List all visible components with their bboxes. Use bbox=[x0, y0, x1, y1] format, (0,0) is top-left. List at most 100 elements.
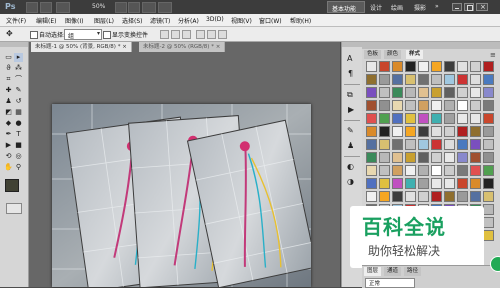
style-swatch[interactable] bbox=[457, 152, 468, 163]
style-swatch[interactable] bbox=[444, 139, 455, 150]
style-swatch[interactable] bbox=[405, 87, 416, 98]
zoom-level-display[interactable]: 50% bbox=[92, 3, 105, 10]
character-panel-icon[interactable]: A bbox=[347, 54, 352, 63]
style-swatch[interactable] bbox=[392, 191, 403, 202]
workspace-painting[interactable]: 绘画 bbox=[391, 3, 403, 12]
style-swatch[interactable] bbox=[418, 191, 429, 202]
style-swatch[interactable] bbox=[457, 113, 468, 124]
style-swatch[interactable] bbox=[405, 139, 416, 150]
menu-3d[interactable]: 3D(D) bbox=[206, 16, 224, 23]
style-swatch[interactable] bbox=[444, 178, 455, 189]
style-swatch[interactable] bbox=[418, 100, 429, 111]
history-panel-icon[interactable]: ⧉ bbox=[347, 90, 353, 100]
style-swatch[interactable] bbox=[366, 61, 377, 72]
style-swatch[interactable] bbox=[379, 178, 390, 189]
style-swatch[interactable] bbox=[444, 61, 455, 72]
menu-file[interactable]: 文件(F) bbox=[6, 16, 26, 25]
panel-menu-icon[interactable]: ≡ bbox=[490, 51, 496, 59]
style-swatch[interactable] bbox=[457, 178, 468, 189]
style-swatch[interactable] bbox=[470, 87, 481, 98]
hand-tool-icon[interactable]: ✋ bbox=[4, 163, 13, 172]
align-right-icon[interactable] bbox=[218, 30, 227, 39]
style-swatch[interactable] bbox=[483, 165, 494, 176]
menu-help[interactable]: 帮助(H) bbox=[290, 16, 311, 25]
style-swatch[interactable] bbox=[405, 61, 416, 72]
style-swatch[interactable] bbox=[366, 74, 377, 85]
style-swatch[interactable] bbox=[470, 126, 481, 137]
auto-select-dropdown[interactable]: 组 ▾ bbox=[64, 29, 102, 40]
move-tool-preset-icon[interactable]: ✥ bbox=[6, 29, 13, 38]
style-swatch[interactable] bbox=[418, 139, 429, 150]
menu-edit[interactable]: 编辑(E) bbox=[36, 16, 56, 25]
menu-image[interactable]: 图像(I) bbox=[65, 16, 83, 25]
actions-panel-icon[interactable]: ▶ bbox=[348, 105, 354, 114]
style-swatch[interactable] bbox=[470, 178, 481, 189]
screen-mode-button[interactable] bbox=[158, 2, 172, 13]
bridge-button[interactable] bbox=[26, 2, 38, 13]
style-swatch[interactable] bbox=[431, 100, 442, 111]
style-swatch[interactable] bbox=[392, 87, 403, 98]
style-swatch[interactable] bbox=[392, 139, 403, 150]
style-swatch[interactable] bbox=[392, 126, 403, 137]
style-swatch[interactable] bbox=[444, 113, 455, 124]
clone-source-panel-icon[interactable]: ♟ bbox=[347, 141, 354, 150]
menu-select[interactable]: 选择(S) bbox=[122, 16, 143, 25]
style-swatch[interactable] bbox=[457, 191, 468, 202]
style-swatch[interactable] bbox=[457, 139, 468, 150]
style-swatch[interactable] bbox=[457, 74, 468, 85]
tab-channels[interactable]: 通道 bbox=[384, 267, 402, 276]
style-swatch[interactable] bbox=[431, 61, 442, 72]
scroll-corner-circle[interactable] bbox=[490, 256, 500, 272]
style-swatch[interactable] bbox=[405, 100, 416, 111]
style-swatch[interactable] bbox=[379, 100, 390, 111]
style-swatch[interactable] bbox=[431, 87, 442, 98]
tab-swatches[interactable]: 色板 bbox=[364, 50, 382, 59]
style-swatch[interactable] bbox=[366, 191, 377, 202]
style-swatch[interactable] bbox=[483, 204, 494, 215]
path-selection-tool-icon[interactable]: ▶ bbox=[4, 141, 13, 150]
style-swatch[interactable] bbox=[379, 87, 390, 98]
style-swatch[interactable] bbox=[366, 165, 377, 176]
crop-tool-icon[interactable]: ⌗ bbox=[4, 75, 13, 84]
style-swatch[interactable] bbox=[366, 126, 377, 137]
type-tool-icon[interactable]: T bbox=[14, 130, 23, 139]
3d-rotate-tool-icon[interactable]: ⟲ bbox=[4, 152, 13, 161]
style-swatch[interactable] bbox=[392, 178, 403, 189]
tab-color[interactable]: 颜色 bbox=[384, 50, 402, 59]
style-swatch[interactable] bbox=[470, 152, 481, 163]
healing-brush-tool-icon[interactable]: ✚ bbox=[4, 86, 13, 95]
style-swatch[interactable] bbox=[483, 113, 494, 124]
pen-tool-icon[interactable]: ✒ bbox=[4, 130, 13, 139]
style-swatch[interactable] bbox=[392, 152, 403, 163]
style-swatch[interactable] bbox=[418, 178, 429, 189]
style-swatch[interactable] bbox=[405, 191, 416, 202]
style-swatch[interactable] bbox=[379, 152, 390, 163]
style-swatch[interactable] bbox=[483, 178, 494, 189]
workspace-photography[interactable]: 摄影 bbox=[414, 3, 426, 12]
style-swatch[interactable] bbox=[405, 74, 416, 85]
style-swatch[interactable] bbox=[483, 126, 494, 137]
rotate-view-button[interactable] bbox=[128, 2, 140, 13]
marquee-tool-icon[interactable]: ▭ bbox=[4, 53, 13, 62]
clone-stamp-tool-icon[interactable]: ♟ bbox=[4, 97, 13, 106]
brush-panel-icon[interactable]: ✎ bbox=[347, 126, 354, 135]
style-swatch[interactable] bbox=[444, 152, 455, 163]
style-swatch[interactable] bbox=[470, 165, 481, 176]
tab-styles[interactable]: 样式 bbox=[406, 50, 424, 59]
style-swatch[interactable] bbox=[379, 113, 390, 124]
style-swatch[interactable] bbox=[483, 152, 494, 163]
align-center-icon[interactable] bbox=[207, 30, 216, 39]
document-canvas[interactable] bbox=[52, 104, 311, 287]
menu-view[interactable]: 视图(V) bbox=[231, 16, 252, 25]
style-swatch[interactable] bbox=[470, 139, 481, 150]
style-swatch[interactable] bbox=[379, 74, 390, 85]
style-swatch[interactable] bbox=[405, 165, 416, 176]
style-swatch[interactable] bbox=[470, 74, 481, 85]
style-swatch[interactable] bbox=[457, 165, 468, 176]
style-swatch[interactable] bbox=[431, 178, 442, 189]
style-swatch[interactable] bbox=[379, 126, 390, 137]
style-swatch[interactable] bbox=[444, 74, 455, 85]
style-swatch[interactable] bbox=[470, 61, 481, 72]
style-swatch[interactable] bbox=[483, 100, 494, 111]
eyedropper-tool-icon[interactable]: ⌒ bbox=[14, 75, 23, 84]
